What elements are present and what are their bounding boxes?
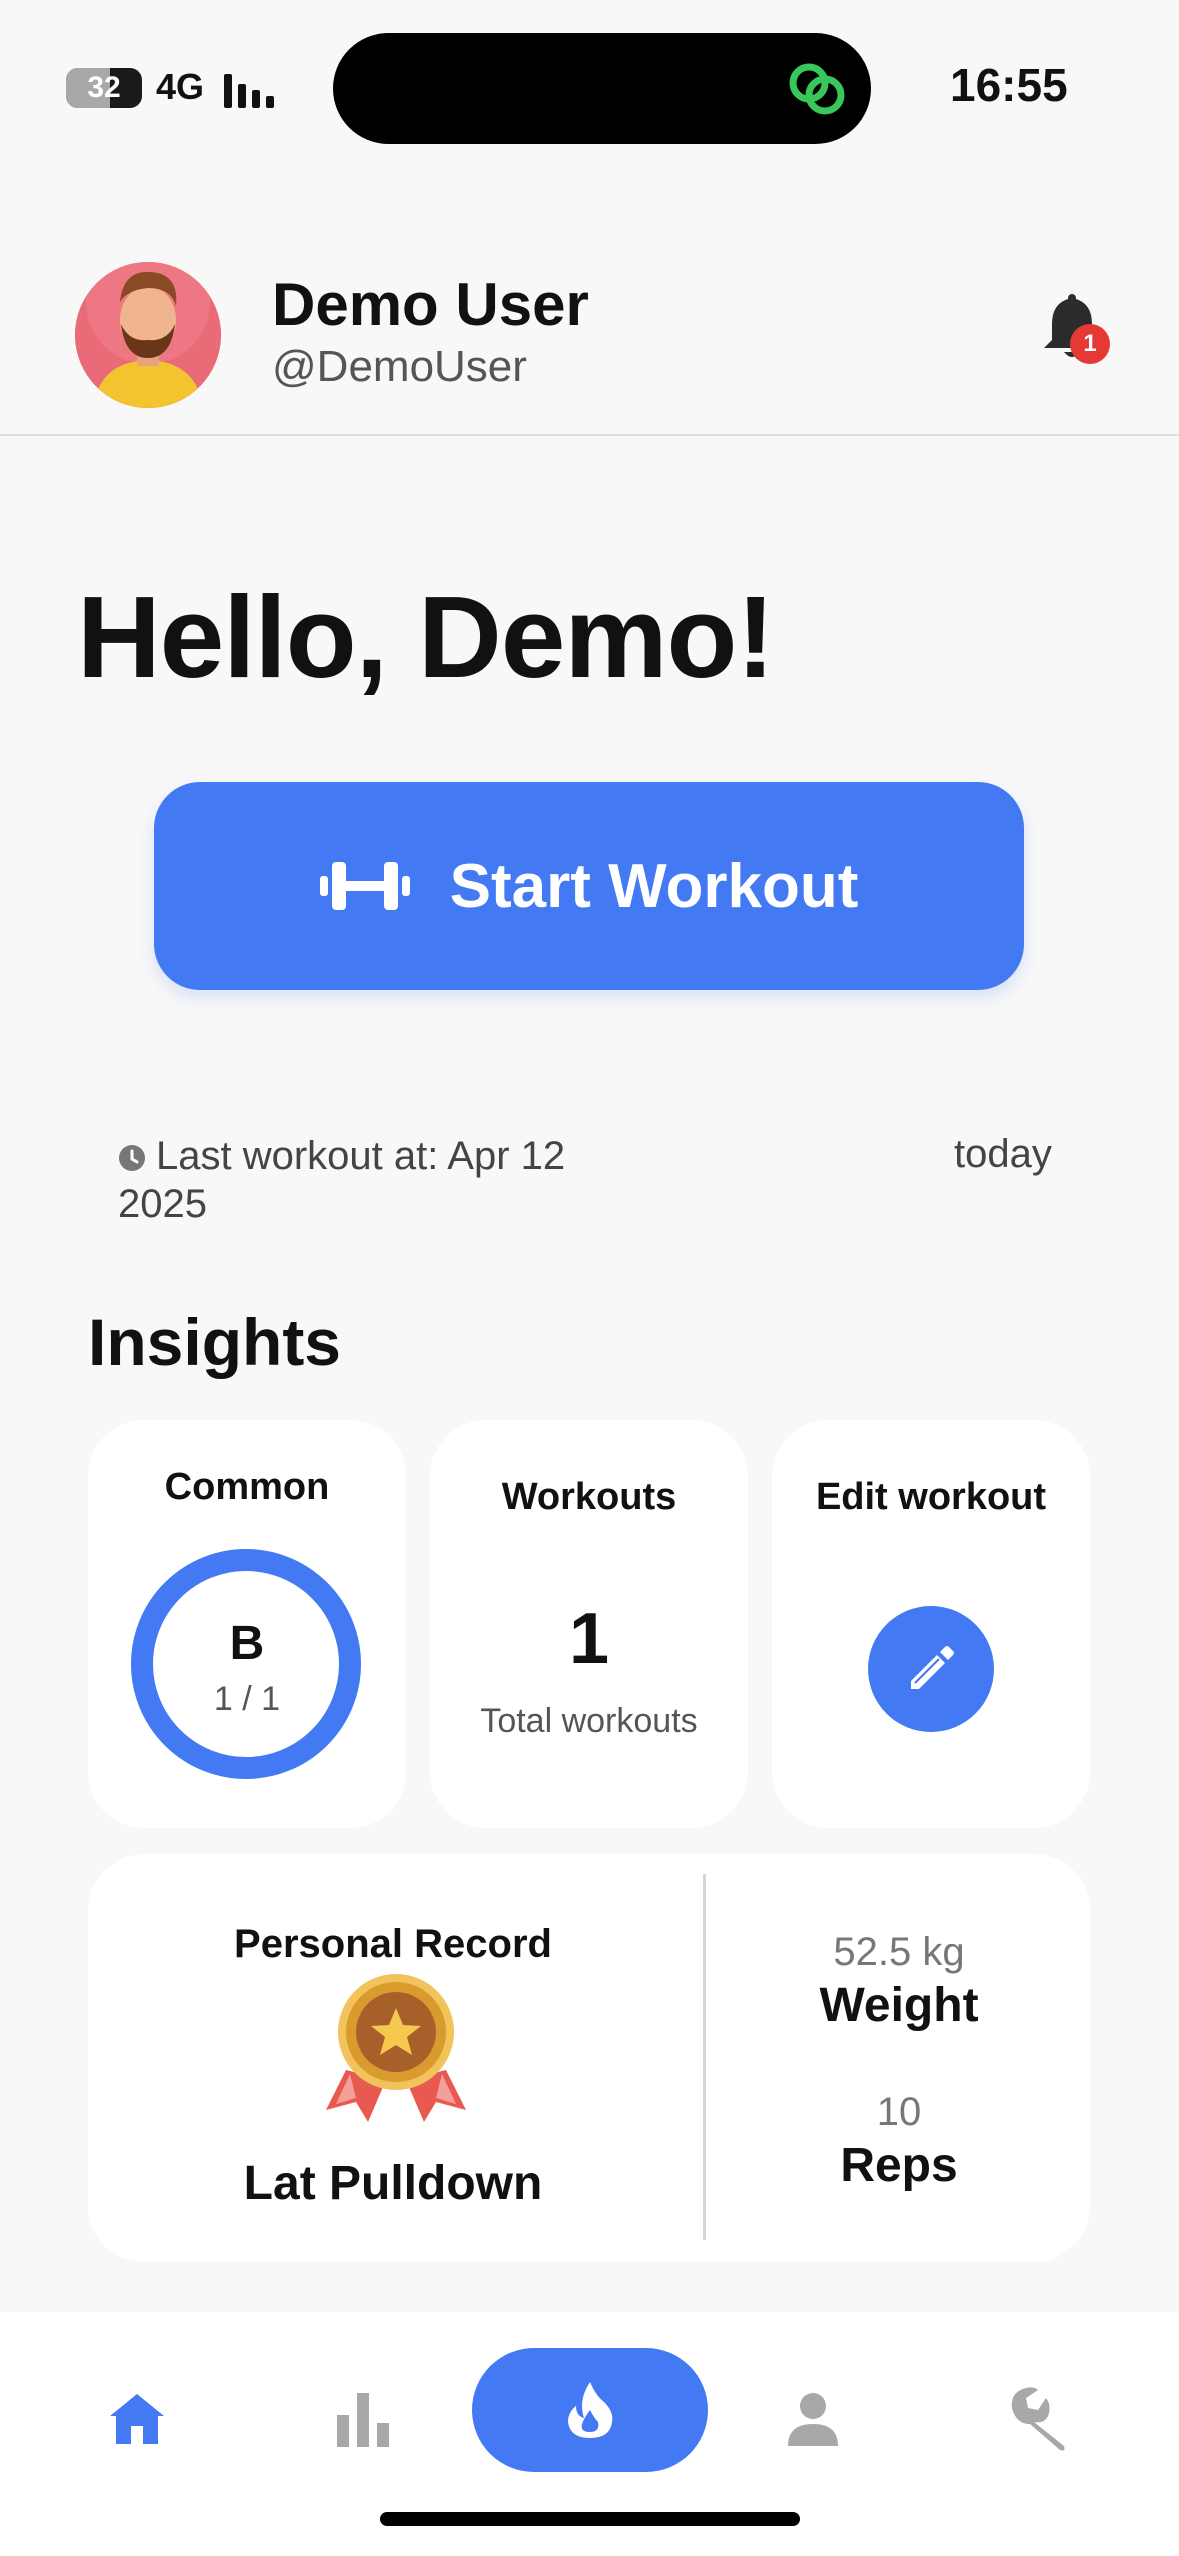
greeting-title: Hello, Demo! [77, 572, 775, 702]
edit-workout-card[interactable]: Edit workout [772, 1420, 1090, 1828]
edit-workout-title: Edit workout [815, 1476, 1047, 1518]
signal-icon [224, 70, 280, 108]
status-time: 16:55 [950, 59, 1068, 111]
workouts-card[interactable]: Workouts 1 Total workouts [430, 1420, 748, 1828]
personal-record-exercise: Lat Pulldown [243, 2157, 543, 2210]
flame-icon [568, 2382, 613, 2438]
common-letter: B [229, 1617, 265, 1670]
user-name: Demo User [272, 271, 589, 338]
network-type: 4G [156, 66, 205, 107]
avatar[interactable] [75, 262, 221, 408]
reps-value: 10 [876, 2090, 922, 2134]
reps-label: Reps [840, 2139, 958, 2192]
nav-workout[interactable] [472, 2348, 708, 2472]
weight-label: Weight [819, 1979, 979, 2032]
last-workout-relative: today [954, 1132, 1052, 1176]
common-ratio: 1 / 1 [213, 1680, 281, 1718]
dynamic-island [333, 33, 871, 144]
common-card-title: Common [164, 1466, 330, 1508]
personal-record-card[interactable]: Personal Record Lat Pulldown 52.5 kg Wei… [88, 1854, 1090, 2262]
clock-icon [119, 1145, 145, 1172]
edit-workout-button[interactable] [868, 1606, 994, 1732]
dumbbell-icon [319, 862, 410, 910]
stats-icon [337, 2393, 389, 2447]
link-icon [789, 63, 845, 115]
home-icon [110, 2394, 164, 2444]
start-workout-label: Start Workout [449, 851, 859, 921]
pencil-icon [911, 1646, 954, 1689]
profile-header: Demo User @DemoUser 1 [0, 230, 1179, 436]
nav-tools[interactable] [994, 2374, 1084, 2464]
common-card[interactable]: Common B 1 / 1 [88, 1420, 406, 1828]
personal-record-title: Personal Record [234, 1922, 552, 1966]
avatar-illustration [75, 262, 221, 408]
nav-stats[interactable] [318, 2374, 408, 2464]
divider [703, 1874, 706, 2240]
workouts-label: Total workouts [480, 1702, 698, 1740]
weight-value: 52.5 kg [833, 1930, 965, 1974]
battery-indicator: 32 [66, 68, 142, 108]
workouts-card-title: Workouts [501, 1476, 677, 1518]
home-indicator [380, 2512, 800, 2526]
start-workout-button[interactable]: Start Workout [154, 782, 1024, 990]
profile-icon [788, 2393, 838, 2446]
workouts-count: 1 [568, 1599, 610, 1679]
nav-home[interactable] [92, 2374, 182, 2464]
medal-icon [326, 1974, 466, 2122]
wrench-icon [1011, 2387, 1065, 2451]
battery-percent: 32 [87, 71, 121, 104]
last-workout-text: Last workout at: Apr 12 2025 [118, 1134, 566, 1226]
status-bar: 32 4G 16:55 [0, 0, 1179, 160]
insights-heading: Insights [88, 1305, 342, 1379]
notification-badge: 1 [1070, 324, 1110, 364]
last-workout-info: Last workout at: Apr 12 2025 [118, 1132, 638, 1228]
nav-profile[interactable] [768, 2374, 858, 2464]
user-handle: @DemoUser [272, 342, 527, 391]
